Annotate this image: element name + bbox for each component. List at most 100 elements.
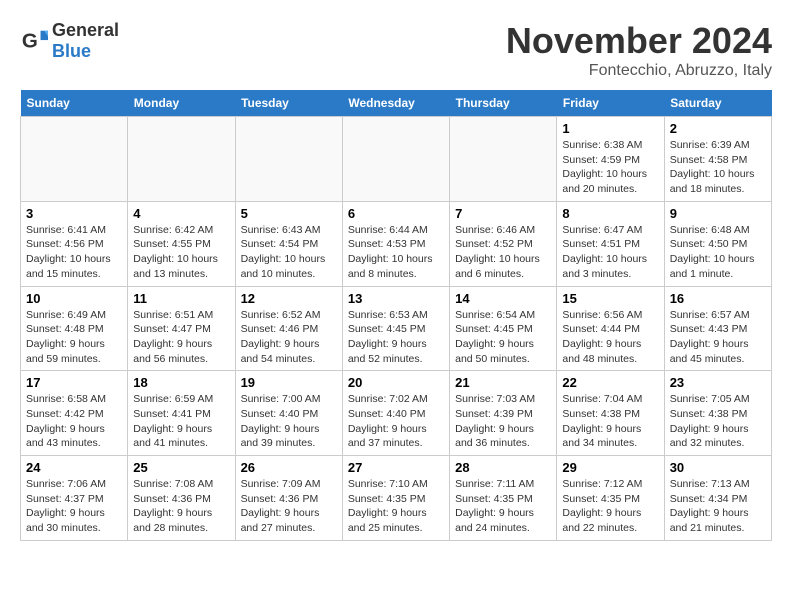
day-info: Sunrise: 6:59 AM Sunset: 4:41 PM Dayligh… — [133, 392, 229, 451]
day-cell: 17Sunrise: 6:58 AM Sunset: 4:42 PM Dayli… — [21, 371, 128, 456]
day-number: 24 — [26, 460, 122, 475]
calendar-body: 1Sunrise: 6:38 AM Sunset: 4:59 PM Daylig… — [21, 117, 772, 541]
day-info: Sunrise: 7:13 AM Sunset: 4:34 PM Dayligh… — [670, 477, 766, 536]
day-header-monday: Monday — [128, 90, 235, 117]
day-header-saturday: Saturday — [664, 90, 771, 117]
day-info: Sunrise: 6:48 AM Sunset: 4:50 PM Dayligh… — [670, 223, 766, 282]
day-info: Sunrise: 6:46 AM Sunset: 4:52 PM Dayligh… — [455, 223, 551, 282]
day-number: 14 — [455, 291, 551, 306]
week-row-1: 3 Sunrise: 6:41 AM Sunset: 4:56 PM Daylig… — [21, 201, 772, 286]
day-info: Sunrise: 7:10 AM Sunset: 4:35 PM Dayligh… — [348, 477, 444, 536]
day-number: 9 — [670, 206, 766, 221]
day-info: Sunrise: 6:39 AM Sunset: 4:58 PM Dayligh… — [670, 138, 766, 197]
day-cell — [21, 117, 128, 202]
day-cell: 4 Sunrise: 6:42 AM Sunset: 4:55 PM Daylig… — [128, 201, 235, 286]
title-area: November 2024 Fontecchio, Abruzzo, Italy — [506, 20, 772, 80]
day-cell: 24 Sunrise: 7:06 AM Sunset: 4:37 PM Dayli… — [21, 456, 128, 541]
week-row-2: 10 Sunrise: 6:49 AM Sunset: 4:48 PM Dayli… — [21, 286, 772, 371]
day-info: Sunrise: 7:02 AM Sunset: 4:40 PM Dayligh… — [348, 392, 444, 451]
day-info: Sunrise: 6:54 AM Sunset: 4:45 PM Dayligh… — [455, 308, 551, 367]
day-info: Sunrise: 6:47 AM Sunset: 4:51 PM Dayligh… — [562, 223, 658, 282]
day-info: Sunrise: 6:58 AM Sunset: 4:42 PM Dayligh… — [26, 392, 122, 451]
logo-blue: Blue — [52, 41, 91, 61]
day-cell: 19Sunrise: 7:00 AM Sunset: 4:40 PM Dayli… — [235, 371, 342, 456]
day-cell: 26Sunrise: 7:09 AM Sunset: 4:36 PM Dayli… — [235, 456, 342, 541]
day-info: Sunrise: 7:04 AM Sunset: 4:38 PM Dayligh… — [562, 392, 658, 451]
day-cell — [128, 117, 235, 202]
header-row: SundayMondayTuesdayWednesdayThursdayFrid… — [21, 90, 772, 117]
calendar-table: SundayMondayTuesdayWednesdayThursdayFrid… — [20, 90, 772, 541]
day-number: 30 — [670, 460, 766, 475]
day-cell: 8 Sunrise: 6:47 AM Sunset: 4:51 PM Daylig… — [557, 201, 664, 286]
day-info: Sunrise: 6:57 AM Sunset: 4:43 PM Dayligh… — [670, 308, 766, 367]
day-cell: 5Sunrise: 6:43 AM Sunset: 4:54 PM Daylig… — [235, 201, 342, 286]
day-cell: 30 Sunrise: 7:13 AM Sunset: 4:34 PM Dayli… — [664, 456, 771, 541]
day-cell: 18 Sunrise: 6:59 AM Sunset: 4:41 PM Dayli… — [128, 371, 235, 456]
calendar-subtitle: Fontecchio, Abruzzo, Italy — [506, 62, 772, 80]
day-number: 5 — [241, 206, 337, 221]
week-row-3: 17Sunrise: 6:58 AM Sunset: 4:42 PM Dayli… — [21, 371, 772, 456]
day-info: Sunrise: 6:53 AM Sunset: 4:45 PM Dayligh… — [348, 308, 444, 367]
day-info: Sunrise: 6:56 AM Sunset: 4:44 PM Dayligh… — [562, 308, 658, 367]
day-number: 12 — [241, 291, 337, 306]
day-number: 16 — [670, 291, 766, 306]
day-number: 8 — [562, 206, 658, 221]
day-header-thursday: Thursday — [450, 90, 557, 117]
day-number: 4 — [133, 206, 229, 221]
day-number: 6 — [348, 206, 444, 221]
day-header-sunday: Sunday — [21, 90, 128, 117]
day-info: Sunrise: 7:03 AM Sunset: 4:39 PM Dayligh… — [455, 392, 551, 451]
day-info: Sunrise: 6:49 AM Sunset: 4:48 PM Dayligh… — [26, 308, 122, 367]
day-cell: 27 Sunrise: 7:10 AM Sunset: 4:35 PM Dayli… — [342, 456, 449, 541]
logo: G General Blue — [20, 20, 119, 62]
day-header-friday: Friday — [557, 90, 664, 117]
day-info: Sunrise: 6:41 AM Sunset: 4:56 PM Dayligh… — [26, 223, 122, 282]
day-cell: 21 Sunrise: 7:03 AM Sunset: 4:39 PM Dayli… — [450, 371, 557, 456]
day-cell: 16 Sunrise: 6:57 AM Sunset: 4:43 PM Dayli… — [664, 286, 771, 371]
day-info: Sunrise: 6:44 AM Sunset: 4:53 PM Dayligh… — [348, 223, 444, 282]
calendar-title: November 2024 — [506, 20, 772, 62]
day-cell: 15 Sunrise: 6:56 AM Sunset: 4:44 PM Dayli… — [557, 286, 664, 371]
day-number: 28 — [455, 460, 551, 475]
day-number: 13 — [348, 291, 444, 306]
day-info: Sunrise: 7:11 AM Sunset: 4:35 PM Dayligh… — [455, 477, 551, 536]
day-info: Sunrise: 6:42 AM Sunset: 4:55 PM Dayligh… — [133, 223, 229, 282]
day-cell: 14 Sunrise: 6:54 AM Sunset: 4:45 PM Dayli… — [450, 286, 557, 371]
day-cell: 10 Sunrise: 6:49 AM Sunset: 4:48 PM Dayli… — [21, 286, 128, 371]
day-number: 10 — [26, 291, 122, 306]
day-number: 15 — [562, 291, 658, 306]
day-cell: 1Sunrise: 6:38 AM Sunset: 4:59 PM Daylig… — [557, 117, 664, 202]
day-number: 25 — [133, 460, 229, 475]
week-row-4: 24 Sunrise: 7:06 AM Sunset: 4:37 PM Dayli… — [21, 456, 772, 541]
svg-text:G: G — [22, 30, 38, 53]
logo-text: General Blue — [52, 20, 119, 62]
day-header-tuesday: Tuesday — [235, 90, 342, 117]
day-number: 27 — [348, 460, 444, 475]
day-number: 23 — [670, 375, 766, 390]
day-number: 26 — [241, 460, 337, 475]
day-info: Sunrise: 7:06 AM Sunset: 4:37 PM Dayligh… — [26, 477, 122, 536]
day-number: 3 — [26, 206, 122, 221]
week-row-0: 1Sunrise: 6:38 AM Sunset: 4:59 PM Daylig… — [21, 117, 772, 202]
day-cell: 12Sunrise: 6:52 AM Sunset: 4:46 PM Dayli… — [235, 286, 342, 371]
day-cell: 7Sunrise: 6:46 AM Sunset: 4:52 PM Daylig… — [450, 201, 557, 286]
day-number: 18 — [133, 375, 229, 390]
day-cell: 6 Sunrise: 6:44 AM Sunset: 4:53 PM Daylig… — [342, 201, 449, 286]
day-cell: 28 Sunrise: 7:11 AM Sunset: 4:35 PM Dayli… — [450, 456, 557, 541]
day-cell — [450, 117, 557, 202]
day-cell: 20Sunrise: 7:02 AM Sunset: 4:40 PM Dayli… — [342, 371, 449, 456]
day-number: 22 — [562, 375, 658, 390]
day-cell: 22 Sunrise: 7:04 AM Sunset: 4:38 PM Dayli… — [557, 371, 664, 456]
day-info: Sunrise: 7:08 AM Sunset: 4:36 PM Dayligh… — [133, 477, 229, 536]
day-cell: 11Sunrise: 6:51 AM Sunset: 4:47 PM Dayli… — [128, 286, 235, 371]
day-cell: 3 Sunrise: 6:41 AM Sunset: 4:56 PM Daylig… — [21, 201, 128, 286]
day-number: 21 — [455, 375, 551, 390]
day-cell: 9 Sunrise: 6:48 AM Sunset: 4:50 PM Daylig… — [664, 201, 771, 286]
logo-general: General — [52, 20, 119, 40]
day-header-wednesday: Wednesday — [342, 90, 449, 117]
day-info: Sunrise: 7:12 AM Sunset: 4:35 PM Dayligh… — [562, 477, 658, 536]
day-cell: 23 Sunrise: 7:05 AM Sunset: 4:38 PM Dayli… — [664, 371, 771, 456]
day-number: 29 — [562, 460, 658, 475]
day-info: Sunrise: 6:38 AM Sunset: 4:59 PM Dayligh… — [562, 138, 658, 197]
day-info: Sunrise: 7:05 AM Sunset: 4:38 PM Dayligh… — [670, 392, 766, 451]
